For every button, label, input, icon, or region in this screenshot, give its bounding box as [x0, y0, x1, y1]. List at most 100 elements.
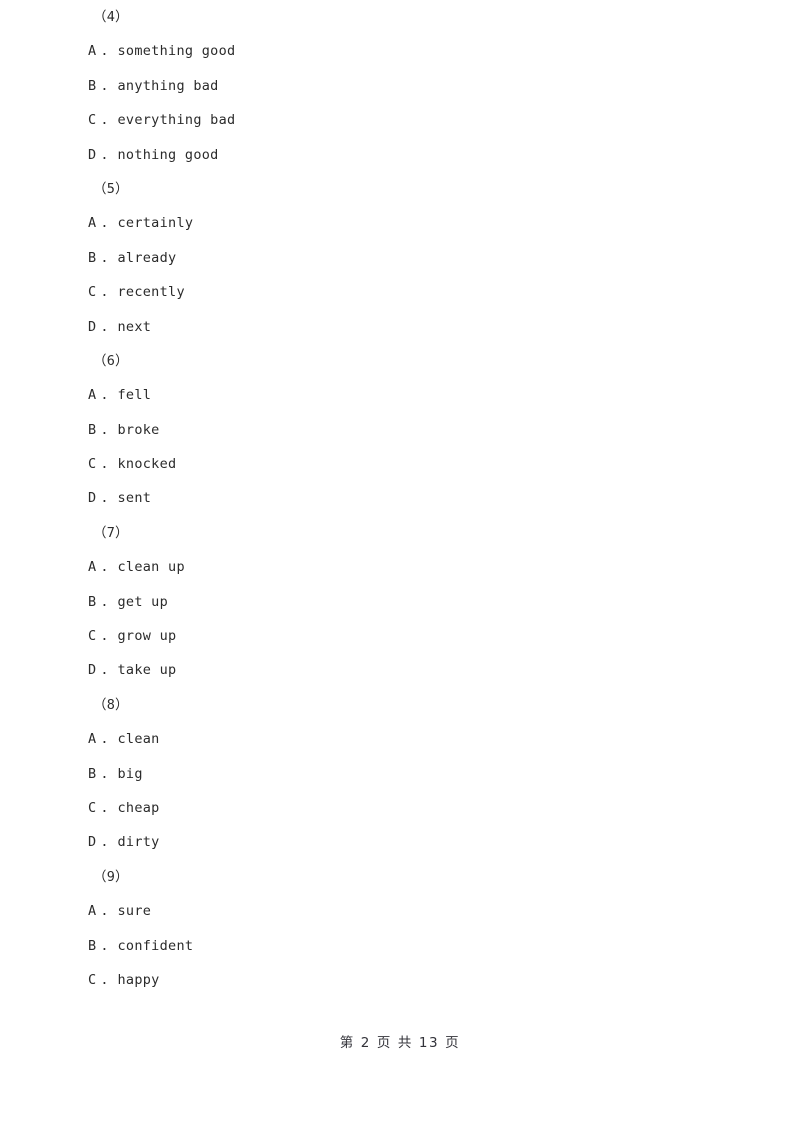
option-separator: .	[100, 593, 109, 610]
option-text: get up	[117, 593, 169, 610]
option-separator: .	[100, 215, 109, 232]
option-separator: .	[100, 628, 109, 645]
option-separator: .	[100, 903, 109, 920]
option-separator: .	[100, 937, 109, 954]
option-text: fell	[117, 387, 152, 404]
question-group: （9） A. sure B. confident C. happy	[0, 860, 800, 998]
option-letter: A	[88, 903, 97, 920]
answer-option[interactable]: A. clean up	[0, 550, 800, 584]
option-separator: .	[100, 559, 109, 576]
answer-option[interactable]: D. next	[0, 310, 800, 344]
option-letter: A	[88, 387, 97, 404]
option-separator: .	[100, 387, 109, 404]
option-text: clean	[117, 731, 160, 748]
option-letter: A	[88, 43, 97, 60]
option-letter: C	[88, 284, 97, 301]
option-letter: C	[88, 112, 97, 129]
option-text: recently	[117, 284, 185, 301]
option-text: next	[117, 318, 152, 335]
option-letter: B	[88, 593, 97, 610]
answer-option[interactable]: B. get up	[0, 585, 800, 619]
option-text: big	[117, 765, 143, 782]
question-number: （9）	[93, 868, 129, 885]
answer-option[interactable]: D. nothing good	[0, 138, 800, 172]
option-letter: B	[88, 421, 97, 438]
option-letter: C	[88, 799, 97, 816]
option-text: grow up	[117, 628, 177, 645]
answer-option[interactable]: C. recently	[0, 275, 800, 309]
option-letter: C	[88, 628, 97, 645]
answer-option[interactable]: B. already	[0, 241, 800, 275]
question-number: （8）	[93, 696, 129, 713]
option-separator: .	[100, 731, 109, 748]
option-letter: A	[88, 731, 97, 748]
option-letter: A	[88, 215, 97, 232]
answer-option[interactable]: C. cheap	[0, 791, 800, 825]
option-text: clean up	[117, 559, 185, 576]
option-separator: .	[100, 43, 109, 60]
option-separator: .	[100, 318, 109, 335]
option-text: anything bad	[117, 77, 219, 94]
option-text: knocked	[117, 456, 177, 473]
option-letter: D	[88, 834, 97, 851]
answer-option[interactable]: C. everything bad	[0, 103, 800, 137]
answer-option[interactable]: A. fell	[0, 378, 800, 412]
option-text: cheap	[117, 799, 160, 816]
option-letter: D	[88, 490, 97, 507]
answer-option[interactable]: D. take up	[0, 653, 800, 687]
option-text: dirty	[117, 834, 160, 851]
option-letter: B	[88, 249, 97, 266]
option-text: everything bad	[117, 112, 236, 129]
option-letter: C	[88, 456, 97, 473]
option-text: nothing good	[117, 146, 219, 163]
question-group: （7） A. clean up B. get up C. grow up D. take up	[0, 516, 800, 688]
question-number: （6）	[93, 352, 129, 369]
option-separator: .	[100, 77, 109, 94]
option-text: something good	[117, 43, 236, 60]
document-page: （4） A. something good B. anything bad C. every…	[0, 0, 800, 1132]
answer-option[interactable]: B. anything bad	[0, 69, 800, 103]
answer-option[interactable]: B. big	[0, 757, 800, 791]
option-separator: .	[100, 146, 109, 163]
answer-option[interactable]: D. dirty	[0, 825, 800, 859]
question-group: （4） A. something good B. anything bad C. every…	[0, 0, 800, 172]
question-number: （5）	[93, 180, 129, 197]
answer-option[interactable]: A. sure	[0, 894, 800, 928]
option-letter: A	[88, 559, 97, 576]
option-text: already	[117, 249, 177, 266]
question-number: （7）	[93, 524, 129, 541]
answer-option[interactable]: B. confident	[0, 929, 800, 963]
option-separator: .	[100, 421, 109, 438]
answer-option[interactable]: C. happy	[0, 963, 800, 997]
question-group: （8） A. clean B. big C. cheap D. dirty	[0, 688, 800, 860]
option-letter: C	[88, 971, 97, 988]
option-letter: D	[88, 662, 97, 679]
option-text: broke	[117, 421, 160, 438]
option-letter: B	[88, 765, 97, 782]
answer-option[interactable]: D. sent	[0, 481, 800, 515]
answer-option[interactable]: B. broke	[0, 413, 800, 447]
option-separator: .	[100, 971, 109, 988]
answer-option[interactable]: C. grow up	[0, 619, 800, 653]
option-separator: .	[100, 662, 109, 679]
option-text: happy	[117, 971, 160, 988]
option-letter: D	[88, 146, 97, 163]
question-group: （5） A. certainly B. already C. recently D. next	[0, 172, 800, 344]
option-separator: .	[100, 799, 109, 816]
option-separator: .	[100, 765, 109, 782]
answer-option[interactable]: A. something good	[0, 34, 800, 68]
option-separator: .	[100, 834, 109, 851]
option-text: confident	[117, 937, 194, 954]
option-separator: .	[100, 490, 109, 507]
page-footer: 第 2 页 共 13 页	[339, 1035, 461, 1051]
option-text: certainly	[117, 215, 194, 232]
option-separator: .	[100, 284, 109, 301]
answer-option[interactable]: A. clean	[0, 722, 800, 756]
option-letter: B	[88, 937, 97, 954]
option-letter: B	[88, 77, 97, 94]
option-separator: .	[100, 456, 109, 473]
question-number: （4）	[93, 9, 129, 25]
answer-option[interactable]: C. knocked	[0, 447, 800, 481]
answer-option[interactable]: A. certainly	[0, 206, 800, 240]
question-list: （4） A. something good B. anything bad C. every…	[0, 0, 800, 997]
